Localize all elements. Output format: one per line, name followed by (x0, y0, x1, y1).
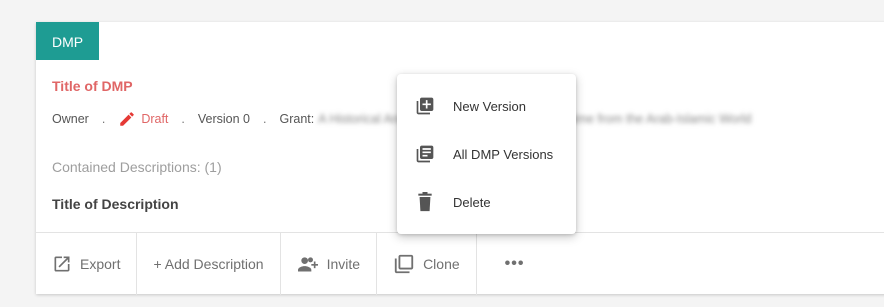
invite-button[interactable]: Invite (281, 233, 378, 295)
export-button[interactable]: Export (36, 233, 138, 295)
grant-label: Grant: (279, 112, 315, 126)
invite-label: Invite (326, 256, 361, 272)
more-options-button[interactable]: ••• (477, 233, 553, 295)
library-books-icon (414, 143, 436, 165)
trash-icon (414, 191, 436, 213)
copy-icon (394, 254, 414, 274)
menu-item-all-versions[interactable]: All DMP Versions (397, 130, 576, 178)
pencil-icon (120, 112, 135, 126)
dmp-badge: DMP (36, 22, 100, 60)
group-add-icon (297, 257, 318, 272)
meta-separator: . (101, 112, 106, 126)
status-label: Draft (141, 112, 169, 126)
description-title[interactable]: Title of Description (52, 196, 179, 212)
contained-descriptions: Contained Descriptions: (1) (52, 159, 222, 175)
meta-separator: . (181, 112, 185, 126)
meta-separator: . (263, 112, 267, 126)
dmp-title[interactable]: Title of DMP (52, 78, 133, 94)
open-in-new-icon (54, 256, 70, 272)
status-badge: Draft (118, 110, 168, 128)
menu-item-label: New Version (453, 98, 526, 114)
export-label: Export (80, 256, 121, 272)
add-description-button[interactable]: + Add Description (137, 233, 281, 295)
library-add-icon (414, 95, 436, 117)
clone-label: Clone (423, 256, 460, 272)
menu-item-new-version[interactable]: New Version (397, 82, 576, 130)
menu-item-delete[interactable]: Delete (397, 178, 576, 226)
owner-label: Owner (52, 112, 89, 126)
clone-button[interactable]: Clone (377, 233, 477, 295)
menu-item-label: All DMP Versions (453, 146, 554, 162)
card-actions: Export + Add Description Invite Clone ••… (36, 232, 884, 295)
add-description-label: + Add Description (153, 256, 264, 272)
menu-item-label: Delete (453, 194, 491, 210)
more-options-menu: New Version All DMP Versions Delete (397, 74, 576, 234)
version-label: Version 0 (197, 112, 251, 126)
